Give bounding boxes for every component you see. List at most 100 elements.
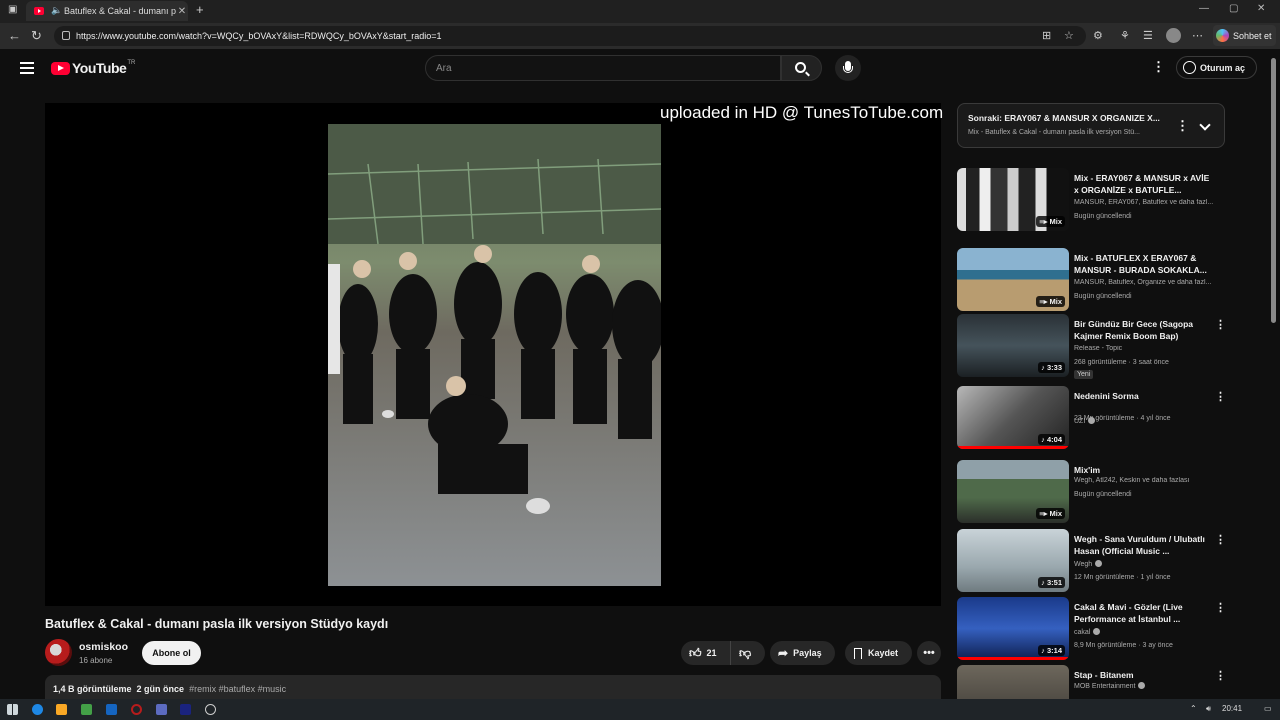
back-icon[interactable]: ←	[8, 28, 21, 43]
discord-icon[interactable]	[156, 704, 167, 715]
reload-icon[interactable]: ↻	[31, 28, 42, 44]
favorites-icon[interactable]: ☰	[1143, 29, 1153, 42]
copilot-button[interactable]: Sohbet et	[1213, 25, 1276, 46]
list-item[interactable]: ≡▸ Mix Mix - ERAY067 & MANSUR x AVİE x O…	[957, 168, 1227, 232]
list-item[interactable]: ≡▸ Mix Mix - BATUFLEX X ERAY067 & MANSUR…	[957, 248, 1227, 312]
reader-icon[interactable]: ⊞	[1042, 29, 1051, 42]
youtube-favicon-icon	[34, 7, 44, 15]
video-thumbnail[interactable]: ♪ 3:14	[957, 597, 1069, 660]
signin-label: Oturum aç	[1200, 62, 1246, 73]
tab-strip: ▣ 🔈 Batuflex & Cakal - dumanı pasla ilk …	[0, 0, 1280, 21]
volume-icon[interactable]: 🔊︎	[1206, 704, 1211, 714]
share-button[interactable]: ➦ Paylaş	[770, 641, 835, 665]
list-item[interactable]: ≡▸ Mix Mix'im Wegh, Atl242, Keskin ve da…	[957, 460, 1227, 524]
video-thumbnail[interactable]: ≡▸ Mix	[957, 460, 1069, 523]
item-title: Bir Gündüz Bir Gece (Sagopa Kajmer Remix…	[1074, 319, 1194, 341]
channel-name[interactable]: osmiskoo	[79, 641, 128, 653]
verified-icon	[1095, 560, 1103, 567]
new-tab-icon[interactable]: +	[196, 2, 204, 17]
mix-badge: ≡▸ Mix	[1036, 216, 1065, 227]
more-actions-button[interactable]: •••	[917, 641, 941, 665]
channel-avatar[interactable]	[45, 639, 72, 666]
youtube-logo[interactable]: YouTube TR	[51, 60, 135, 76]
clock[interactable]: 20:41	[1222, 704, 1242, 713]
subscribe-button[interactable]: Abone ol	[142, 641, 201, 665]
video-player[interactable]: uploaded in HD @ TunesToTube.com	[45, 103, 944, 606]
browser-chrome: ▣ 🔈 Batuflex & Cakal - dumanı pasla ilk …	[0, 0, 1280, 49]
video-thumbnail[interactable]	[957, 665, 1069, 699]
favorite-star-icon[interactable]: ☆	[1064, 29, 1074, 42]
item-menu-icon[interactable]: ⋮	[1215, 669, 1226, 682]
watch-progress	[957, 446, 1069, 449]
minimize-icon[interactable]: —	[1199, 3, 1209, 14]
close-tab-icon[interactable]: ✕	[176, 6, 188, 17]
settings-dots-icon[interactable]: ⋮	[1152, 60, 1165, 73]
item-channel: Release - Topic	[1074, 345, 1123, 352]
watch-progress	[957, 657, 1069, 660]
up-next-menu-icon[interactable]: ⋮	[1176, 119, 1189, 132]
lock-icon	[62, 31, 70, 40]
save-button[interactable]: Kaydet	[845, 641, 912, 665]
outlook-icon[interactable]	[106, 704, 117, 715]
dislike-button[interactable]: 👎︎	[731, 646, 751, 661]
item-menu-icon[interactable]: ⋮	[1215, 318, 1226, 331]
edge-icon[interactable]	[32, 704, 43, 715]
up-next-panel[interactable]: Sonraki: ERAY067 & MANSUR X ORGANIZE X..…	[957, 103, 1225, 148]
video-thumbnail[interactable]: ♪ 3:33	[957, 314, 1069, 377]
close-window-icon[interactable]: ✕	[1257, 3, 1265, 14]
logo-text: YouTube	[72, 60, 127, 76]
app-icon[interactable]	[205, 704, 216, 715]
share-label: Paylaş	[793, 648, 822, 658]
speaker-icon[interactable]: 🔈	[51, 5, 62, 16]
start-icon[interactable]	[7, 704, 18, 715]
item-channel: MANSUR, ERAY067, Batuflex ve daha fazl..…	[1074, 199, 1214, 206]
video-thumbnail[interactable]: ≡▸ Mix	[957, 248, 1069, 311]
browser-tab[interactable]: 🔈 Batuflex & Cakal - dumanı pasla ilk ve…	[26, 1, 188, 21]
list-item[interactable]: ♪ 3:14 Cakal & Mavi - Gözler (Live Perfo…	[957, 597, 1227, 661]
item-channel: cakal	[1074, 628, 1224, 636]
url-field[interactable]: https://www.youtube.com/watch?v=WQCy_bOV…	[54, 26, 1086, 46]
search-input[interactable]: Ara	[425, 55, 781, 81]
chevron-down-icon[interactable]	[1199, 119, 1211, 131]
item-meta: 8,9 Mn görüntüleme · 3 ay önce	[1074, 642, 1173, 649]
list-item[interactable]: ♪ 4:04 Nedenini Sorma UZI 23 Mn görüntül…	[957, 386, 1227, 450]
item-title: Nedenini Sorma	[1074, 391, 1139, 401]
list-item[interactable]: Stap - Bitanem MOB Entertainment ⋮	[957, 665, 1227, 699]
steam-icon[interactable]	[180, 704, 191, 715]
video-thumbnail[interactable]: ≡▸ Mix	[957, 168, 1069, 231]
verified-icon	[1138, 682, 1146, 689]
share-icon: ➦	[778, 646, 789, 660]
performance-icon[interactable]: ⚘	[1120, 29, 1130, 42]
view-count: 1,4 B görüntüleme	[53, 684, 132, 694]
profile-icon[interactable]	[1166, 28, 1181, 43]
tray-chevron-icon[interactable]: ⌃	[1190, 704, 1197, 713]
video-watermark: uploaded in HD @ TunesToTube.com	[660, 103, 944, 122]
maximize-icon[interactable]: ▢	[1229, 3, 1238, 14]
item-menu-icon[interactable]: ⋮	[1215, 601, 1226, 614]
list-item[interactable]: ♪ 3:33 Bir Gündüz Bir Gece (Sagopa Kajme…	[957, 314, 1227, 379]
store-icon[interactable]	[81, 704, 92, 715]
account-icon	[1183, 61, 1196, 74]
page-scrollbar[interactable]	[1271, 58, 1276, 323]
extensions-icon[interactable]: ⚙	[1093, 29, 1103, 42]
video-thumbnail[interactable]: ♪ 3:51	[957, 529, 1069, 592]
hamburger-menu-icon[interactable]	[20, 62, 34, 74]
like-button[interactable]: 👍︎ 21	[681, 641, 731, 665]
hashtags[interactable]: #remix #batuflex #music	[189, 684, 286, 694]
search-button[interactable]	[781, 55, 822, 81]
voice-search-button[interactable]	[835, 55, 861, 81]
upload-age: 2 gün önce	[136, 684, 185, 694]
opera-icon[interactable]	[131, 704, 142, 715]
list-item[interactable]: ♪ 3:51 Wegh - Sana Vuruldum / Ulubatlı H…	[957, 529, 1227, 593]
signin-button[interactable]: Oturum aç	[1176, 56, 1257, 79]
file-explorer-icon[interactable]	[56, 704, 67, 715]
item-menu-icon[interactable]: ⋮	[1215, 390, 1226, 403]
video-thumbnail[interactable]: ♪ 4:04	[957, 386, 1069, 449]
item-channel: Wegh, Atl242, Keskin ve daha fazlası	[1074, 477, 1190, 484]
settings-menu-icon[interactable]: ⋯	[1192, 29, 1203, 42]
item-menu-icon[interactable]: ⋮	[1215, 533, 1226, 546]
tab-actions-icon[interactable]: ▣	[8, 4, 17, 15]
notification-icon[interactable]: ▭	[1264, 704, 1272, 713]
more-horizontal-icon: •••	[923, 647, 935, 659]
item-channel: Wegh	[1074, 560, 1224, 568]
